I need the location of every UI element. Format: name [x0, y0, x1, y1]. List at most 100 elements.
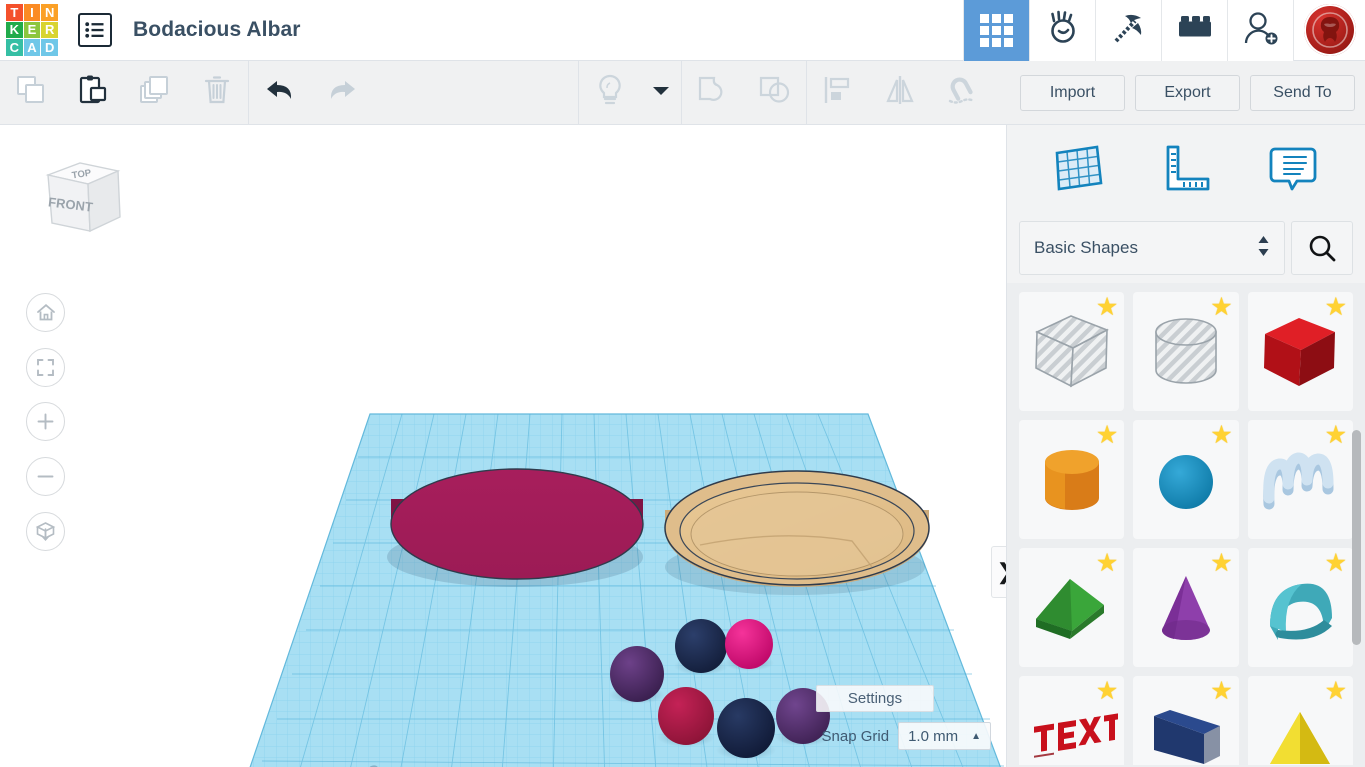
- redo-button[interactable]: [311, 61, 373, 125]
- view-cube[interactable]: TOP FRONT: [30, 149, 126, 245]
- snap-grid-value: 1.0 mm: [908, 727, 959, 745]
- favorite-star-icon: ★: [1324, 421, 1347, 449]
- logo-letter: E: [23, 21, 41, 39]
- lightbulb-icon: [595, 73, 625, 112]
- paste-button[interactable]: [62, 61, 124, 125]
- notes-tool[interactable]: [1262, 138, 1324, 200]
- settings-button[interactable]: Settings: [816, 685, 934, 712]
- chevron-down-icon: [651, 83, 671, 102]
- shape-panel-scrollbar[interactable]: [1352, 430, 1361, 645]
- plus-icon: [37, 413, 54, 430]
- shape-sphere[interactable]: ★: [1133, 420, 1239, 539]
- grid-icon: [980, 13, 1013, 47]
- duplicate-button[interactable]: [124, 61, 186, 125]
- shape-library-grid[interactable]: ★ ★ ★ ★ ★ ★ ★ ★ ★ ★ ★ ★: [1007, 283, 1365, 765]
- send-to-button[interactable]: Send To: [1250, 74, 1355, 111]
- mirror-flip-icon: [884, 75, 916, 110]
- shapes-panel: Basic Shapes ★ ★ ★ ★ ★ ★ ★ ★ ★ ★ ★ ★: [1006, 125, 1365, 767]
- tab-designs[interactable]: [963, 0, 1029, 61]
- tab-invite[interactable]: [1227, 0, 1293, 61]
- favorite-star-icon: ★: [1095, 293, 1119, 321]
- ruler-tool[interactable]: [1155, 138, 1217, 200]
- undo-button[interactable]: [249, 61, 311, 125]
- design-canvas[interactable]: Workplane TOP FRONT: [0, 125, 1006, 767]
- favorite-star-icon: ★: [1324, 293, 1347, 321]
- shape-cylinder[interactable]: ★: [1019, 420, 1125, 539]
- magnet-button[interactable]: [931, 61, 993, 125]
- copy-button[interactable]: [0, 61, 62, 125]
- magnet-snap-icon: [945, 74, 979, 111]
- favorite-star-icon: ★: [1324, 549, 1347, 577]
- file-actions-group: Import Export Send To: [1020, 74, 1365, 111]
- group-button[interactable]: [682, 61, 744, 125]
- zoom-in-button[interactable]: [26, 402, 65, 441]
- shape-pyramid-yellow[interactable]: ★: [1247, 676, 1353, 765]
- blue-sphere-icon: [1158, 454, 1213, 509]
- shape-box[interactable]: ★: [1247, 292, 1353, 411]
- ortho-perspective-button[interactable]: [26, 512, 65, 551]
- yellow-pyramid-icon: [1270, 711, 1331, 764]
- tinkercad-logo[interactable]: T I N K E R C A D: [6, 4, 58, 56]
- user-avatar[interactable]: [1293, 0, 1365, 61]
- fit-to-view-button[interactable]: [26, 348, 65, 387]
- teal-roof-icon: [1270, 583, 1333, 640]
- home-view-button[interactable]: [26, 293, 65, 332]
- logo-letter: C: [6, 39, 23, 56]
- workplane-grid-icon: [1055, 145, 1103, 191]
- shape-roof[interactable]: ★: [1247, 548, 1353, 667]
- scene-3d: [249, 413, 1005, 767]
- hamburger-list-icon[interactable]: [78, 13, 112, 47]
- trash-icon: [202, 74, 232, 111]
- logo-letter: A: [23, 39, 41, 56]
- hide-show-dropdown[interactable]: [641, 61, 681, 125]
- hand-blob-icon: [1044, 9, 1082, 52]
- shape-cone[interactable]: ★: [1133, 548, 1239, 667]
- search-button[interactable]: [1291, 221, 1353, 275]
- edit-toolbar: Import Export Send To: [0, 60, 1365, 125]
- tab-minecraft[interactable]: [1095, 0, 1161, 61]
- tab-blocks[interactable]: [1161, 0, 1227, 61]
- zoom-out-button[interactable]: [26, 457, 65, 496]
- hide-show-button[interactable]: [579, 61, 641, 125]
- export-button[interactable]: Export: [1135, 74, 1240, 111]
- striped-box-icon: [1034, 314, 1109, 387]
- logo-letter: T: [6, 4, 23, 21]
- green-pyramid-icon: [1035, 578, 1104, 639]
- view-tools-group: [579, 61, 681, 125]
- group-tools-group: [682, 61, 806, 125]
- header-tab-bar: [963, 0, 1365, 61]
- shape-pyramid-green[interactable]: ★: [1019, 548, 1125, 667]
- panel-collapse-toggle[interactable]: ❯: [991, 546, 1006, 598]
- redo-arrow-icon: [325, 77, 359, 108]
- snap-grid-select[interactable]: 1.0 mm ▲: [898, 722, 991, 750]
- favorite-star-icon: ★: [1095, 421, 1119, 449]
- logo-letter: R: [41, 21, 58, 39]
- tab-tinker[interactable]: [1029, 0, 1095, 61]
- copy-icon: [15, 74, 47, 111]
- shape-box-hole[interactable]: ★: [1019, 292, 1125, 411]
- blue-wedge-icon: [1153, 709, 1220, 764]
- bowl-tan: [664, 470, 930, 595]
- page-title: Bodacious Albar: [133, 18, 301, 41]
- snap-grid-label: Snap Grid: [821, 727, 890, 745]
- delete-button[interactable]: [186, 61, 248, 125]
- shape-cylinder-hole[interactable]: ★: [1133, 292, 1239, 411]
- scribble-icon: [1263, 452, 1334, 509]
- mirror-button[interactable]: [869, 61, 931, 125]
- history-tools-group: [249, 61, 373, 125]
- ungroup-button[interactable]: [744, 61, 806, 125]
- edit-tools-group: [0, 61, 248, 125]
- align-tools-group: [807, 61, 993, 125]
- align-button[interactable]: [807, 61, 869, 125]
- ungroup-shapes-icon: [758, 74, 792, 111]
- workplane-tool[interactable]: [1048, 138, 1110, 200]
- favorite-star-icon: ★: [1210, 549, 1233, 577]
- lego-brick-icon: [1177, 15, 1213, 46]
- shape-wedge[interactable]: ★: [1133, 676, 1239, 765]
- shape-text[interactable]: ★: [1019, 676, 1125, 765]
- add-user-icon: [1242, 10, 1280, 51]
- logo-letter: D: [41, 39, 58, 56]
- shape-scribble[interactable]: ★: [1247, 420, 1353, 539]
- import-button[interactable]: Import: [1020, 74, 1125, 111]
- shape-category-select[interactable]: Basic Shapes: [1019, 221, 1285, 275]
